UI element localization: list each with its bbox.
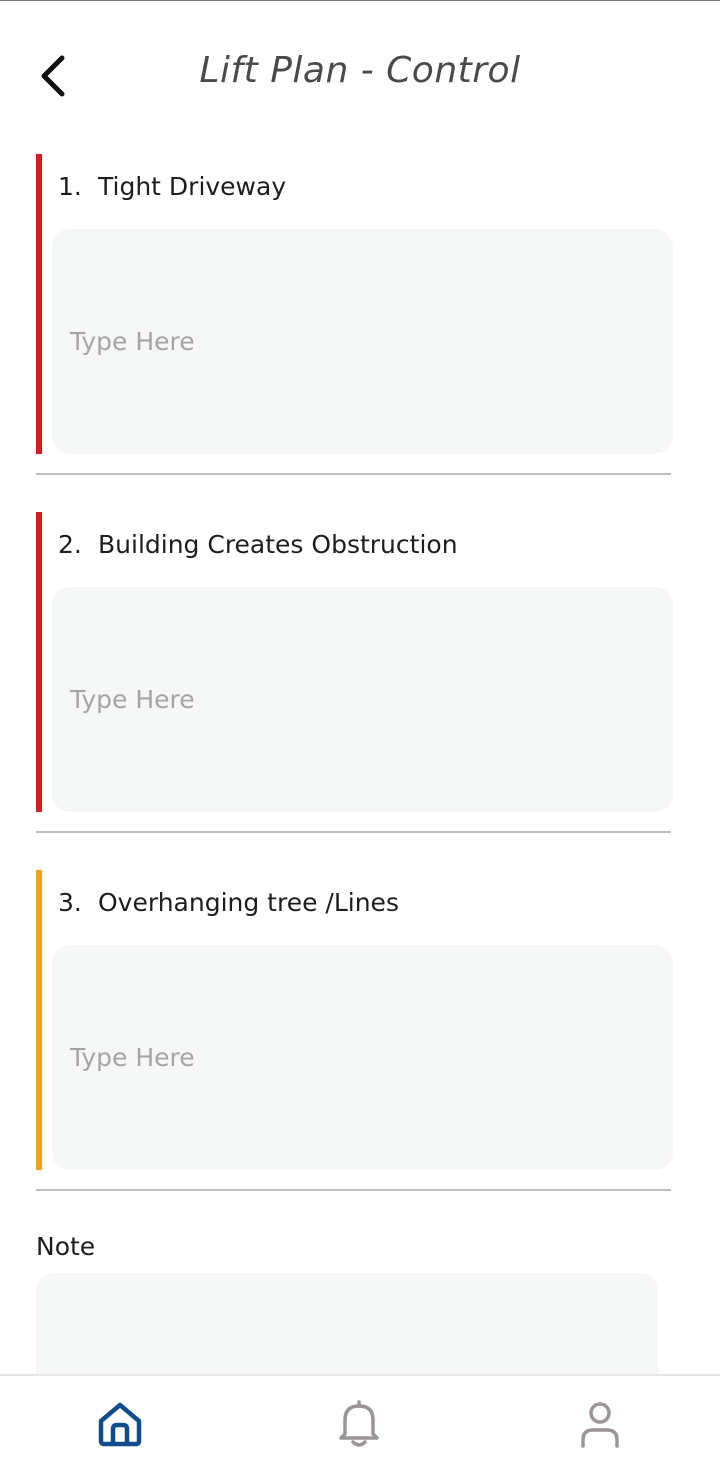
note-label: Note xyxy=(36,1232,96,1261)
answer-placeholder: Type Here xyxy=(70,1043,195,1072)
risk-flag-red xyxy=(36,512,42,812)
answer-input[interactable]: Type Here xyxy=(52,229,673,454)
bottom-nav xyxy=(0,1374,720,1468)
nav-notifications[interactable] xyxy=(329,1394,389,1454)
question-number: 3. xyxy=(58,888,82,917)
divider xyxy=(36,473,671,475)
answer-placeholder: Type Here xyxy=(70,685,195,714)
question-label: 3. Overhanging tree /Lines xyxy=(58,888,399,917)
divider xyxy=(36,1189,671,1191)
nav-profile[interactable] xyxy=(570,1394,630,1454)
question-label: 2. Building Creates Obstruction xyxy=(58,530,458,559)
user-icon xyxy=(581,1402,619,1448)
risk-flag-amber xyxy=(36,870,42,1170)
divider xyxy=(36,831,671,833)
answer-input[interactable]: Type Here xyxy=(52,587,673,812)
question-text: Overhanging tree /Lines xyxy=(98,888,399,917)
page-title: Lift Plan - Control xyxy=(199,50,521,91)
question-number: 1. xyxy=(58,172,82,201)
risk-flag-red xyxy=(36,154,42,454)
question-label: 1. Tight Driveway xyxy=(58,172,286,201)
question-number: 2. xyxy=(58,530,82,559)
nav-home[interactable] xyxy=(90,1394,150,1454)
question-text: Tight Driveway xyxy=(98,172,287,201)
question-text: Building Creates Obstruction xyxy=(98,530,458,559)
answer-placeholder: Type Here xyxy=(70,327,195,356)
bell-icon xyxy=(339,1400,379,1447)
header: Lift Plan - Control xyxy=(0,0,720,150)
answer-input[interactable]: Type Here xyxy=(52,945,673,1170)
home-icon xyxy=(98,1402,142,1447)
